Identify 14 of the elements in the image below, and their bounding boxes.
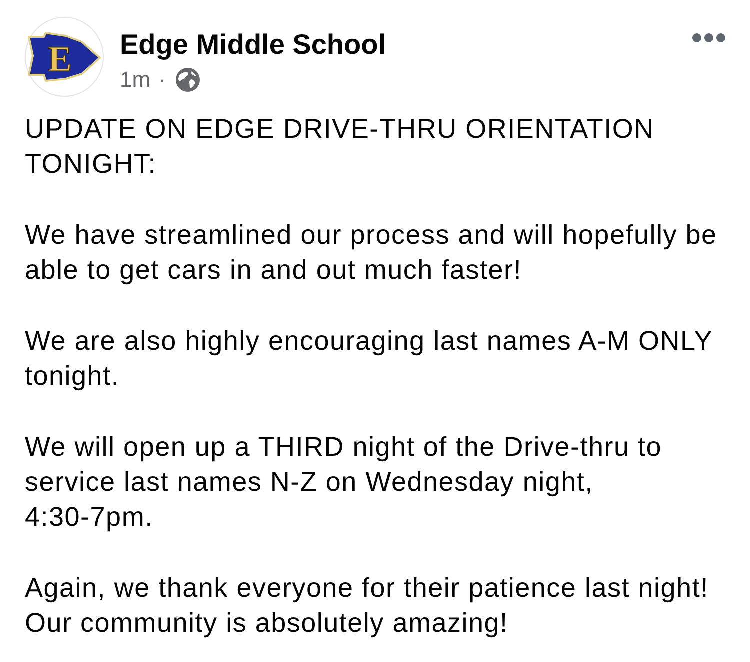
- post-paragraph: We have streamlined our process and will hopefully be able to get cars in and out much faster!: [25, 218, 718, 288]
- logo-letter: E: [48, 44, 72, 74]
- page-avatar[interactable]: E: [25, 17, 104, 97]
- more-options-button[interactable]: [692, 33, 726, 43]
- arrowhead-icon: [27, 32, 101, 82]
- post-time[interactable]: 1m: [120, 68, 151, 92]
- more-options-icon: [692, 33, 726, 43]
- post-paragraph: We are also highly encouraging last names A-M ONLY tonight.: [25, 324, 714, 394]
- post-paragraph: We will open up a THIRD night of the Drive-thru to service last names N-Z on Wednesday night, 4:30-7pm.: [25, 430, 664, 534]
- globe-icon[interactable]: [176, 68, 200, 92]
- separator-dot: ·: [158, 68, 166, 92]
- post-paragraph: UPDATE ON EDGE DRIVE-THRU ORIENTATION TONIGHT:: [25, 113, 656, 182]
- page-name[interactable]: Edge Middle School: [120, 30, 386, 60]
- post-paragraph: Again, we thank everyone for their patience last night! Our community is absolutely amazing!: [25, 572, 710, 640]
